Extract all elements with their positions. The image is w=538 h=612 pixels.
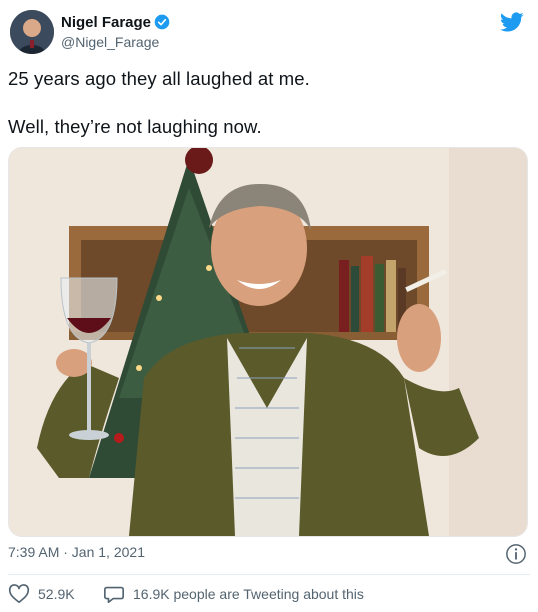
footer-divider — [8, 574, 530, 575]
like-count[interactable]: 52.9K — [38, 586, 75, 602]
tweet-text-line: Well, they’re not laughing now. — [8, 116, 262, 137]
tweet-photo[interactable] — [8, 147, 528, 537]
avatar-image — [10, 10, 54, 54]
author-handle[interactable]: @Nigel_Farage — [61, 34, 159, 50]
author-name[interactable]: Nigel Farage — [61, 14, 151, 31]
tweeting-about-link[interactable]: 16.9K people are Tweeting about this — [133, 586, 364, 602]
verified-badge-icon — [154, 14, 170, 30]
heart-icon[interactable] — [8, 583, 30, 605]
speech-bubble-icon[interactable] — [103, 583, 125, 605]
tweet-card: Nigel Farage @Nigel_Farage 25 years ago … — [0, 0, 538, 612]
twitter-bird-icon[interactable] — [500, 10, 524, 34]
tweet-text-line: 25 years ago they all laughed at me. — [8, 68, 310, 89]
avatar[interactable] — [10, 10, 54, 54]
photo-image — [9, 148, 527, 536]
info-icon[interactable] — [505, 543, 527, 565]
tweet-timestamp[interactable]: 7:39 AM · Jan 1, 2021 — [8, 544, 145, 560]
